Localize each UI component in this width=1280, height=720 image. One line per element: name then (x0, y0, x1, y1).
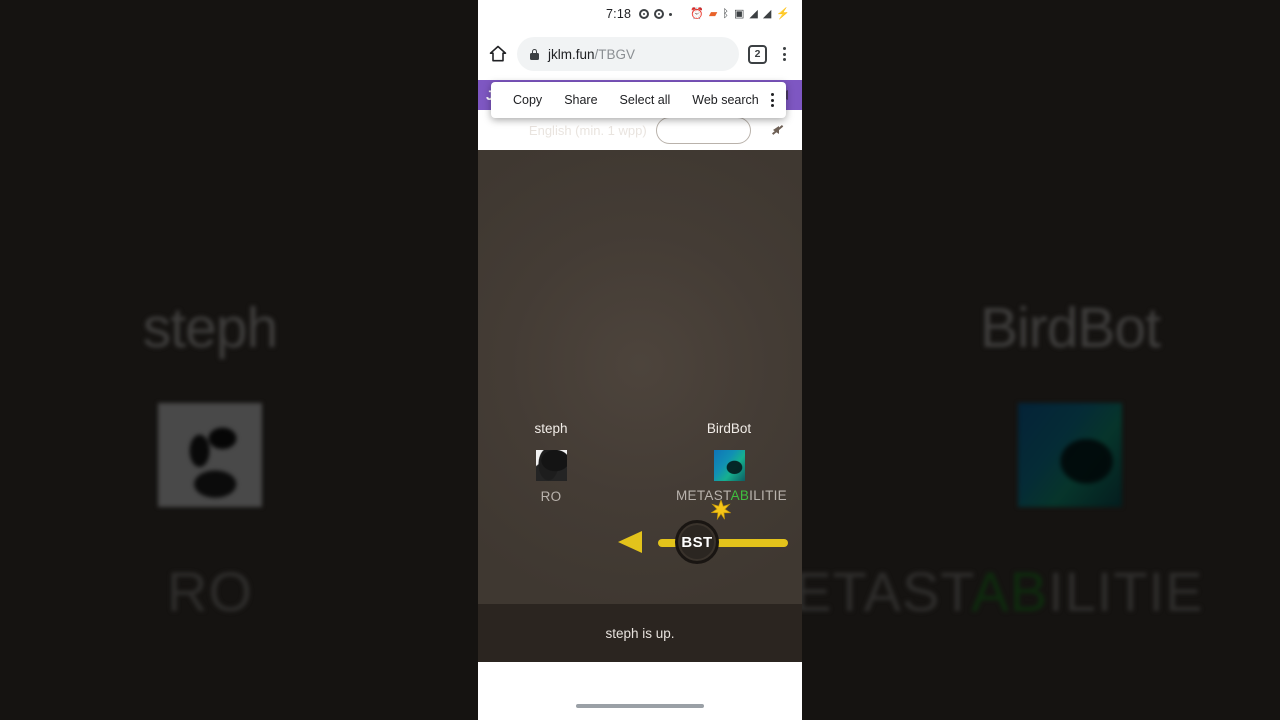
record-circle-icon (639, 9, 650, 19)
gesture-bar[interactable] (478, 700, 802, 712)
player-name: BirdBot (706, 421, 752, 436)
backdrop-word: RO (167, 560, 253, 623)
url-text: jklm.fun/TBGV (548, 47, 635, 62)
player-name: steph (534, 421, 568, 436)
backdrop-player-left: steph ❤️❤️ RO (30, 300, 390, 624)
url-bar[interactable]: jklm.fun/TBGV (517, 37, 739, 71)
tab-switcher-button[interactable]: 2 (748, 44, 767, 64)
player-steph[interactable]: steph ❤️❤️ RO (496, 422, 606, 504)
url-domain: jklm.fun (548, 46, 595, 62)
game-arena: steph ❤️❤️ RO BirdBot ❤️❤️❤️ METASTABILI… (478, 422, 802, 532)
record-circle-icon (654, 9, 665, 19)
context-menu-item-share[interactable]: Share (553, 93, 608, 107)
url-path: /TBGV (594, 46, 636, 62)
dot-icon (669, 12, 673, 16)
player-birdbot[interactable]: BirdBot ❤️❤️❤️ METASTABILITIE (674, 421, 787, 503)
context-menu-item-select-all[interactable]: Select all (609, 93, 682, 107)
game-status-line: steph is up. (478, 604, 802, 662)
bluetooth-icon: ᛒ (722, 7, 729, 20)
word-suffix: ILITIE (749, 488, 787, 503)
lock-icon (530, 48, 539, 60)
backdrop-player-name: BirdBot (980, 296, 1161, 360)
context-menu-item-web-search[interactable]: Web search (681, 93, 769, 107)
web-page: JKLM.FUN English (min. 1 wpp) Show rules… (478, 80, 802, 720)
context-menu-item-copy[interactable]: Copy (502, 93, 553, 107)
gesture-pill[interactable] (576, 704, 704, 708)
text-selection-context-menu[interactable]: Copy Share Select all Web search (491, 82, 786, 118)
charging-bolt-icon: ⚡ (776, 7, 790, 20)
context-menu-overflow-icon[interactable] (770, 93, 775, 107)
status-time: 7:18 (606, 7, 632, 21)
game-board: steph ❤️❤️ RO BirdBot ❤️❤️❤️ METASTABILI… (478, 150, 802, 662)
status-text: steph is up. (605, 625, 675, 641)
cast-icon: ▰ (708, 7, 718, 20)
player-word: METASTABILITIE (676, 488, 802, 503)
alarm-icon: ⏰ (690, 7, 704, 20)
speaker-muted-icon (768, 121, 786, 139)
player-hearts: ❤️❤️ (496, 441, 606, 458)
spark-icon (711, 500, 731, 520)
player-hearts: ❤️❤️❤️ (674, 441, 784, 458)
backdrop-hearts: ❤️❤️ (30, 371, 390, 433)
backdrop-player-right: BirdBot ❤️❤️❤️ METASTABILITIE (747, 296, 1250, 624)
player-word: RO (540, 488, 562, 504)
screen: steph ❤️❤️ RO BirdBot ❤️❤️❤️ METASTABILI… (0, 0, 1280, 720)
volte-icon: ▣ (733, 7, 745, 20)
arrow-left-icon (618, 531, 642, 553)
backdrop-player-name: steph (142, 296, 278, 360)
signal-icon: ◢ (762, 7, 772, 20)
signal-icon: ◢ (749, 7, 758, 20)
word-highlight: AB (730, 488, 750, 503)
android-status-bar: 7:18 ⏰ ▰ ᛒ ▣ ◢ ◢ ⚡ (478, 0, 802, 28)
bomb-syllable: BST (681, 533, 713, 551)
browser-omnibox: jklm.fun/TBGV 2 (478, 28, 802, 80)
mute-button[interactable] (760, 113, 794, 147)
backdrop-hearts: ❤️❤️❤️ (890, 371, 1250, 433)
language-label: English (min. 1 wpp) (528, 122, 647, 138)
bomb: BST (675, 520, 719, 564)
home-icon[interactable] (488, 44, 508, 64)
show-rules-button[interactable]: Show rules (655, 116, 752, 144)
browser-menu-icon[interactable] (776, 47, 792, 61)
